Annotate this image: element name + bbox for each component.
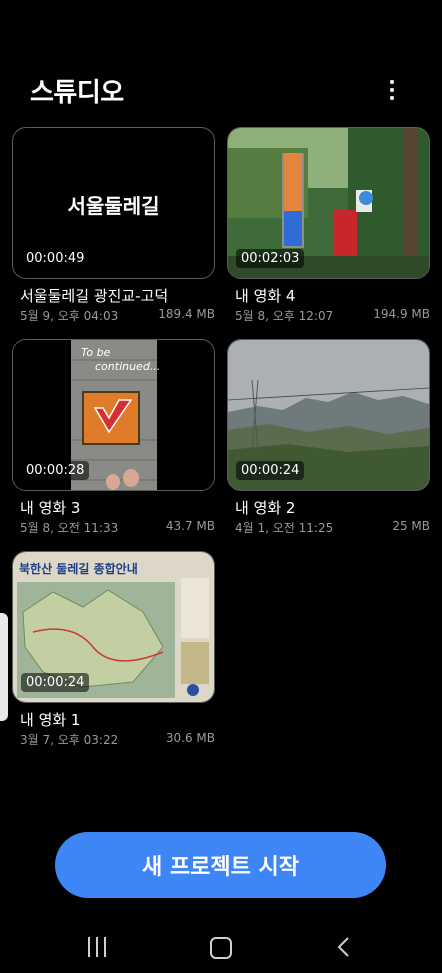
thumbnail-heading: 북한산 둘레길 종합안내 <box>19 562 138 576</box>
more-vertical-icon-dot <box>390 88 394 92</box>
project-date: 5월 8, 오후 12:07 <box>235 309 334 323</box>
new-project-button[interactable]: 새 프로젝트 시작 <box>55 832 386 898</box>
duration-badge: 00:00:24 <box>236 461 305 480</box>
more-vertical-icon-dot <box>390 96 394 100</box>
thumbnail-title-text: 서울둘레길 <box>67 194 160 218</box>
duration-badge: 00:00:49 <box>21 249 90 268</box>
project-name: 내 영화 1 <box>20 711 81 729</box>
back-icon[interactable] <box>336 936 350 958</box>
project-name: 내 영화 3 <box>20 499 81 517</box>
project-name: 내 영화 4 <box>235 287 296 305</box>
app-header: 스튜디오 <box>0 0 442 125</box>
recent-apps-icon[interactable] <box>86 937 108 957</box>
project-thumbnail[interactable]: 00:00:24 <box>227 339 430 491</box>
project-thumbnail[interactable]: To be continued... 00:00:28 <box>12 339 215 491</box>
project-date: 3월 7, 오후 03:22 <box>20 733 119 747</box>
thumbnail-caption-line: To be <box>81 346 111 359</box>
thumbnail-caption: To be continued... <box>81 346 160 374</box>
duration-badge: 00:00:24 <box>21 673 90 692</box>
more-vertical-icon <box>390 80 394 84</box>
project-size: 25 MB <box>392 519 430 533</box>
project-date: 5월 9, 오후 04:03 <box>20 309 119 323</box>
thumbnail-caption-line: continued... <box>95 360 161 373</box>
project-thumbnail[interactable]: 북한산 둘레길 종합안내 00:00:24 <box>12 551 215 703</box>
project-card[interactable]: 북한산 둘레길 종합안내 00:00:24 내 영화 1 3월 7, 오후 03… <box>12 551 215 763</box>
project-thumbnail[interactable]: 00:02:03 <box>227 127 430 279</box>
project-name: 서울둘레길 광진교-고덕 <box>20 287 169 305</box>
project-name: 내 영화 2 <box>235 499 296 517</box>
project-date: 4월 1, 오전 11:25 <box>235 521 334 535</box>
edge-panel-handle[interactable] <box>0 613 8 721</box>
project-size: 189.4 MB <box>158 307 215 321</box>
system-navigation-bar <box>0 920 442 973</box>
more-options-button[interactable] <box>378 74 406 106</box>
project-thumbnail[interactable]: 서울둘레길 00:00:49 <box>12 127 215 279</box>
project-card[interactable]: 00:00:24 내 영화 2 4월 1, 오전 11:25 25 MB <box>227 339 430 551</box>
project-card[interactable]: 00:02:03 내 영화 4 5월 8, 오후 12:07 194.9 MB <box>227 127 430 339</box>
project-size: 43.7 MB <box>165 519 215 533</box>
duration-badge: 00:00:28 <box>21 461 90 480</box>
page-title: 스튜디오 <box>30 78 124 108</box>
project-card[interactable]: 서울둘레길 00:00:49 서울둘레길 광진교-고덕 5월 9, 오후 04:… <box>12 127 215 339</box>
home-icon[interactable] <box>210 937 232 959</box>
project-size: 30.6 MB <box>165 731 215 745</box>
project-size: 194.9 MB <box>373 307 430 321</box>
project-card[interactable]: To be continued... 00:00:28 내 영화 3 5월 8,… <box>12 339 215 551</box>
project-date: 5월 8, 오전 11:33 <box>20 521 119 535</box>
duration-badge: 00:02:03 <box>236 249 305 268</box>
